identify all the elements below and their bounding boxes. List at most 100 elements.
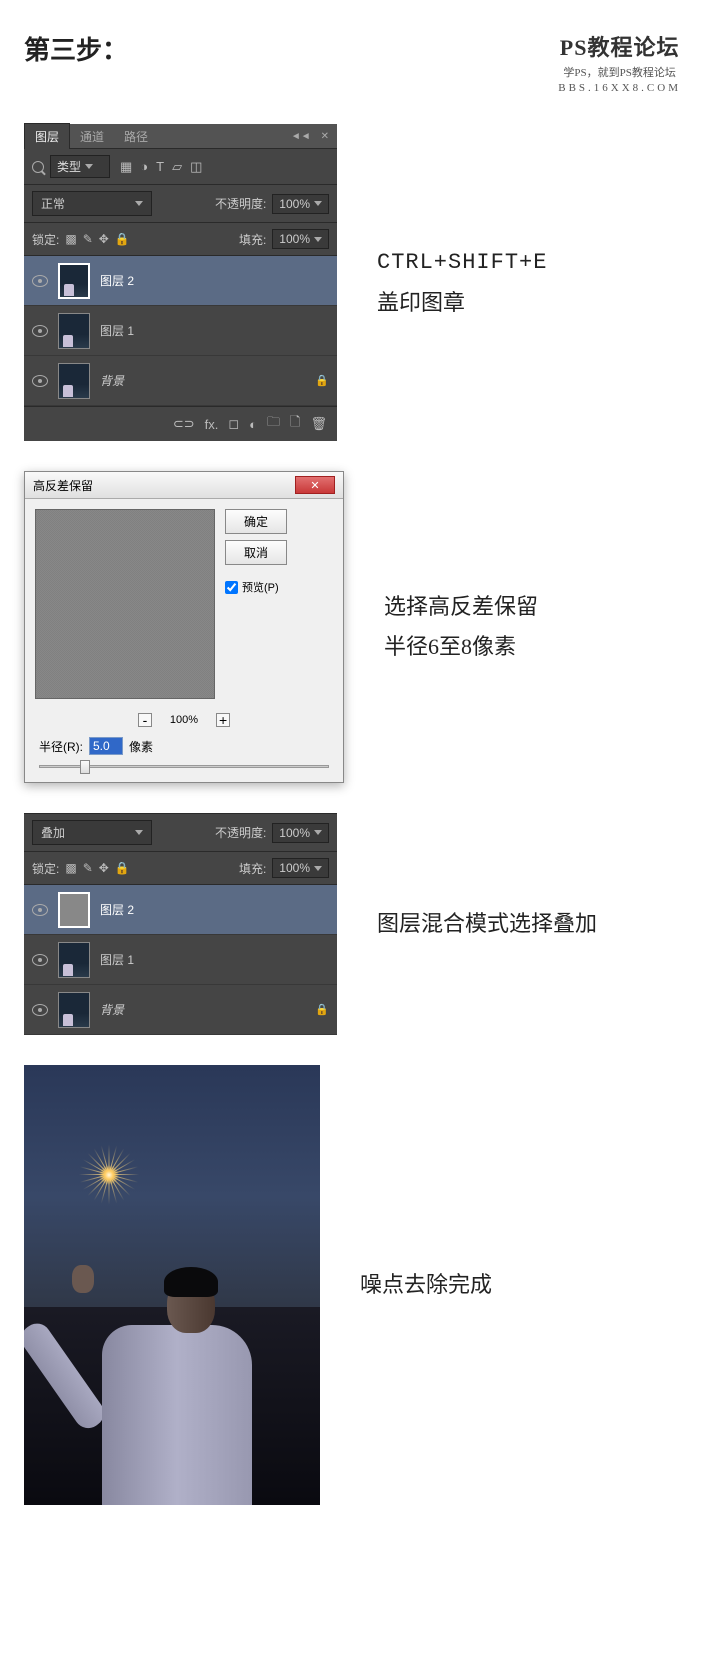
- filter-type-dropdown[interactable]: 类型: [50, 155, 110, 178]
- fx-icon[interactable]: fx.: [205, 417, 219, 432]
- layer-name: 图层 2: [100, 272, 134, 289]
- lock-label: 锁定:: [32, 860, 59, 877]
- radius-input[interactable]: 5.0: [89, 737, 123, 755]
- layer-thumbnail[interactable]: [58, 363, 90, 399]
- zoom-out-button[interactable]: -: [138, 713, 152, 727]
- fill-value[interactable]: 100%: [272, 229, 329, 249]
- filter-image-icon[interactable]: ▦: [120, 159, 132, 175]
- caption-text: 半径6至8像素: [384, 627, 538, 667]
- layer-name: 图层 1: [100, 322, 134, 339]
- result-photo: [24, 1065, 320, 1505]
- lock-label: 锁定:: [32, 231, 59, 248]
- layer-row[interactable]: 背景 🔒: [24, 356, 337, 406]
- radius-slider[interactable]: [39, 765, 329, 768]
- close-button[interactable]: ✕: [295, 476, 335, 494]
- opacity-label: 不透明度:: [215, 824, 266, 841]
- preview-image: [35, 509, 215, 699]
- layer-row[interactable]: 图层 1: [24, 935, 337, 985]
- layer-name: 图层 1: [100, 951, 134, 968]
- preview-label: 预览(P): [242, 579, 279, 595]
- layer-thumbnail[interactable]: [58, 992, 90, 1028]
- radius-label: 半径(R):: [39, 738, 83, 755]
- zoom-value: 100%: [170, 714, 198, 726]
- shortcut-text: CTRL+SHIFT+E: [377, 243, 547, 283]
- lock-transparent-icon[interactable]: ▩: [65, 861, 76, 875]
- layer-thumbnail[interactable]: [58, 892, 90, 928]
- highpass-dialog: 高反差保留 ✕ 确定 取消 预览(P) - 100%: [24, 471, 344, 783]
- caption-block: 图层混合模式选择叠加: [377, 904, 597, 944]
- opacity-label: 不透明度:: [215, 195, 266, 212]
- person-figure: [82, 1225, 262, 1505]
- preview-checkbox[interactable]: [225, 581, 238, 594]
- brand-block: PS教程论坛 学PS，就到PS教程论坛 BBS.16XX8.COM: [558, 30, 681, 94]
- folder-icon[interactable]: 🗀: [267, 413, 280, 435]
- collapse-icon[interactable]: ◄◄: [291, 131, 311, 142]
- filter-adjust-icon[interactable]: ◑: [140, 159, 148, 175]
- layer-thumbnail[interactable]: [58, 942, 90, 978]
- layer-row[interactable]: 图层 2: [24, 885, 337, 935]
- lock-icon: 🔒: [315, 374, 329, 387]
- layer-row[interactable]: 图层 1: [24, 306, 337, 356]
- visibility-icon[interactable]: [32, 904, 48, 916]
- brand-title: PS教程论坛: [558, 30, 681, 62]
- dialog-title: 高反差保留: [33, 477, 93, 494]
- radius-unit: 像素: [129, 738, 153, 755]
- filter-shape-icon[interactable]: ▱: [172, 159, 182, 175]
- lock-position-icon[interactable]: ✥: [99, 861, 109, 875]
- layer-thumbnail[interactable]: [58, 313, 90, 349]
- lock-all-icon[interactable]: 🔒: [115, 861, 130, 875]
- opacity-value[interactable]: 100%: [272, 823, 329, 843]
- blend-mode-dropdown[interactable]: 叠加: [32, 820, 152, 845]
- new-layer-icon[interactable]: 🗋: [290, 413, 300, 435]
- layers-panel: 图层 通道 路径 ◄◄ ✕ 类型 ▦ ◑ T ▱ ◫: [24, 124, 337, 441]
- layer-row[interactable]: 背景 🔒: [24, 985, 337, 1035]
- fill-value[interactable]: 100%: [272, 858, 329, 878]
- adjustment-icon[interactable]: ◐: [249, 417, 257, 432]
- ok-button[interactable]: 确定: [225, 509, 287, 534]
- lock-position-icon[interactable]: ✥: [99, 232, 109, 246]
- opacity-value[interactable]: 100%: [272, 194, 329, 214]
- lock-brush-icon[interactable]: ✎: [83, 861, 93, 875]
- layer-name: 图层 2: [100, 901, 134, 918]
- lock-icon: 🔒: [315, 1003, 329, 1016]
- visibility-icon[interactable]: [32, 275, 48, 287]
- caption-text: 盖印图章: [377, 283, 547, 323]
- layers-panel-overlay: 叠加 不透明度: 100% 锁定: ▩ ✎ ✥ 🔒 填充: 100%: [24, 813, 337, 1035]
- layer-row[interactable]: 图层 2: [24, 256, 337, 306]
- visibility-icon[interactable]: [32, 954, 48, 966]
- visibility-icon[interactable]: [32, 375, 48, 387]
- caption-block: 选择高反差保留 半径6至8像素: [384, 587, 538, 666]
- caption-text: 噪点去除完成: [360, 1265, 492, 1305]
- layer-name: 背景: [100, 372, 124, 389]
- cancel-button[interactable]: 取消: [225, 540, 287, 565]
- lock-all-icon[interactable]: 🔒: [115, 232, 130, 246]
- filter-text-icon[interactable]: T: [156, 159, 164, 175]
- visibility-icon[interactable]: [32, 1004, 48, 1016]
- sparkler-effect: [59, 1125, 159, 1225]
- tab-layers[interactable]: 图层: [24, 123, 70, 149]
- caption-text: 选择高反差保留: [384, 587, 538, 627]
- tab-paths[interactable]: 路径: [114, 124, 158, 149]
- blend-mode-dropdown[interactable]: 正常: [32, 191, 152, 216]
- link-icon[interactable]: ⊂⊃: [173, 416, 195, 432]
- close-icon[interactable]: ✕: [321, 131, 329, 142]
- lock-transparent-icon[interactable]: ▩: [65, 232, 76, 246]
- visibility-icon[interactable]: [32, 325, 48, 337]
- step-title: 第三步：: [24, 30, 128, 67]
- caption-text: 图层混合模式选择叠加: [377, 904, 597, 944]
- brand-url: BBS.16XX8.COM: [558, 82, 681, 94]
- trash-icon[interactable]: 🗑: [310, 416, 327, 432]
- layer-name: 背景: [100, 1001, 124, 1018]
- mask-icon[interactable]: ◻: [228, 416, 239, 432]
- layer-thumbnail[interactable]: [58, 263, 90, 299]
- filter-smart-icon[interactable]: ◫: [190, 159, 202, 175]
- slider-thumb[interactable]: [80, 760, 90, 774]
- caption-block: 噪点去除完成: [360, 1265, 492, 1305]
- zoom-in-button[interactable]: +: [216, 713, 230, 727]
- tab-channels[interactable]: 通道: [70, 124, 114, 149]
- search-icon: [32, 161, 44, 173]
- caption-block: CTRL+SHIFT+E 盖印图章: [377, 243, 547, 322]
- lock-brush-icon[interactable]: ✎: [83, 232, 93, 246]
- fill-label: 填充:: [239, 860, 266, 877]
- brand-subtitle: 学PS，就到PS教程论坛: [558, 64, 681, 80]
